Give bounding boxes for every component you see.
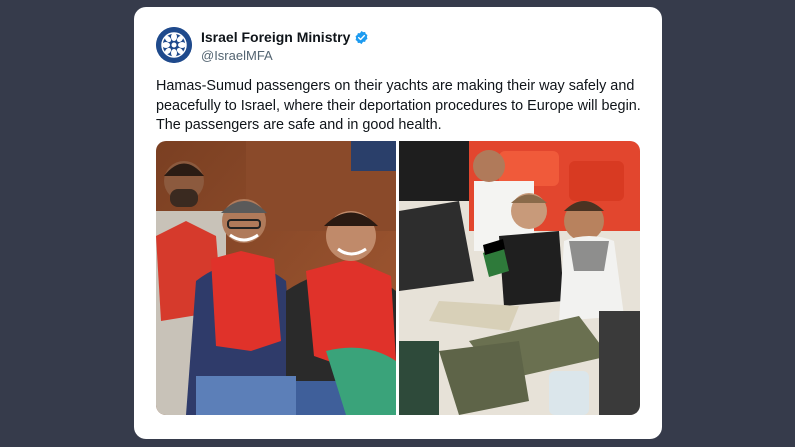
photo-passengers-on-yacht[interactable] (156, 141, 396, 415)
author-name-row[interactable]: Israel Foreign Ministry (201, 29, 369, 45)
tweet-card[interactable]: Israel Foreign Ministry @IsraelMFA Hamas… (134, 7, 662, 439)
tweet-media[interactable] (156, 141, 640, 415)
photo-passengers-seated-on-deck[interactable] (399, 141, 640, 415)
author-display-name[interactable]: Israel Foreign Ministry (201, 29, 350, 45)
avatar[interactable] (156, 27, 192, 63)
tweet-text: Hamas-Sumud passengers on their yachts a… (156, 78, 641, 133)
israel-mfa-emblem-icon (156, 27, 192, 63)
author-handle[interactable]: @IsraelMFA (201, 48, 273, 63)
verified-badge-icon (355, 30, 368, 44)
